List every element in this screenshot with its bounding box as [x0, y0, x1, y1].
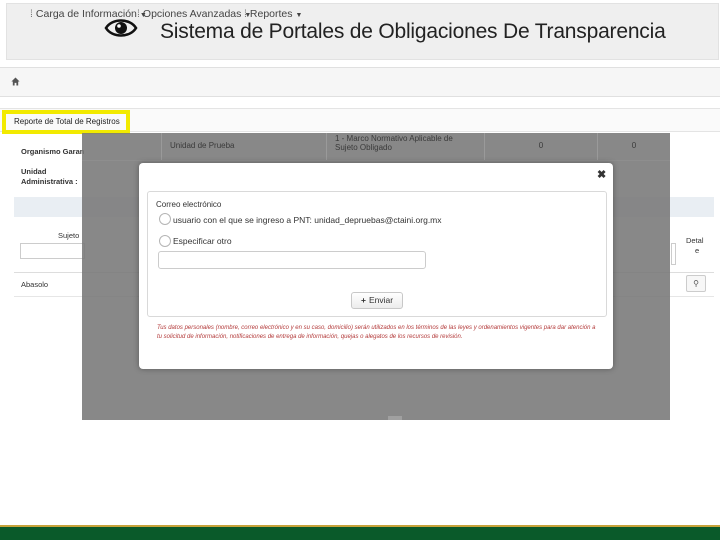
caret-down-icon: ▼: [295, 12, 303, 19]
nav-label: Reportes: [249, 8, 293, 20]
nav-opciones-avanzadas[interactable]: ⁞ Opciones Avanzadas ▼: [137, 8, 251, 20]
sujeto-header: Sujeto: [58, 231, 80, 240]
plus-icon: +: [360, 295, 366, 305]
table-cell-unit: Unidad de Prueba: [162, 133, 327, 160]
nav-carga-informacion[interactable]: ⁞ Carga de Información ▼: [30, 8, 147, 20]
nav-label: Opciones Avanzadas: [142, 8, 242, 20]
app-title: Sistema de Portales de Obligaciones De T…: [160, 20, 666, 43]
footer-stripe: [0, 525, 720, 527]
send-button[interactable]: + Enviar: [351, 292, 403, 309]
nav-label: Carga de Información: [35, 8, 137, 20]
table-cell-count: 0: [631, 141, 637, 150]
table-cell-framework: 1 - Marco Normativo Aplicable de Sujeto …: [327, 133, 485, 160]
other-email-input[interactable]: [158, 251, 426, 269]
unidad-label: Unidad: [21, 167, 47, 176]
radio-other-email-label: Especificar otro: [173, 236, 232, 246]
home-icon[interactable]: [11, 77, 20, 86]
detalle-header: Detal: [686, 236, 704, 245]
nav-reportes[interactable]: ⁞ Reportes ▼: [244, 8, 302, 20]
highlight-box: [2, 110, 130, 134]
detalle-header-cont: e: [695, 246, 700, 255]
sujeto-filter-input[interactable]: [20, 243, 85, 259]
detail-search-button[interactable]: ⚲: [686, 275, 706, 292]
administrativa-label: Administrativa :: [21, 177, 78, 186]
close-icon[interactable]: ✖: [597, 168, 606, 181]
table-cell: [82, 133, 162, 160]
privacy-disclaimer: Tus datos personales (nombre, correo ele…: [157, 325, 596, 340]
divider: [82, 160, 670, 161]
organismo-label: Organismo Garan: [21, 147, 85, 156]
nav-bar: [0, 67, 720, 97]
scroll-indicator: [388, 416, 402, 420]
detalle-filter-input[interactable]: [671, 243, 676, 265]
footer-bar: [0, 525, 720, 540]
radio-pnt-user[interactable]: [159, 213, 171, 225]
overlay-table-row: Unidad de Prueba 1 - Marco Normativo Apl…: [82, 133, 670, 160]
radio-pnt-user-label: usuario con el que se ingreso a PNT: uni…: [173, 215, 442, 225]
email-legend: Correo electrónico: [156, 200, 222, 209]
radio-other-email[interactable]: [159, 235, 171, 247]
table-cell-count: 0: [485, 133, 598, 160]
send-label: Enviar: [368, 295, 394, 305]
row-name: Abasolo: [21, 280, 49, 289]
